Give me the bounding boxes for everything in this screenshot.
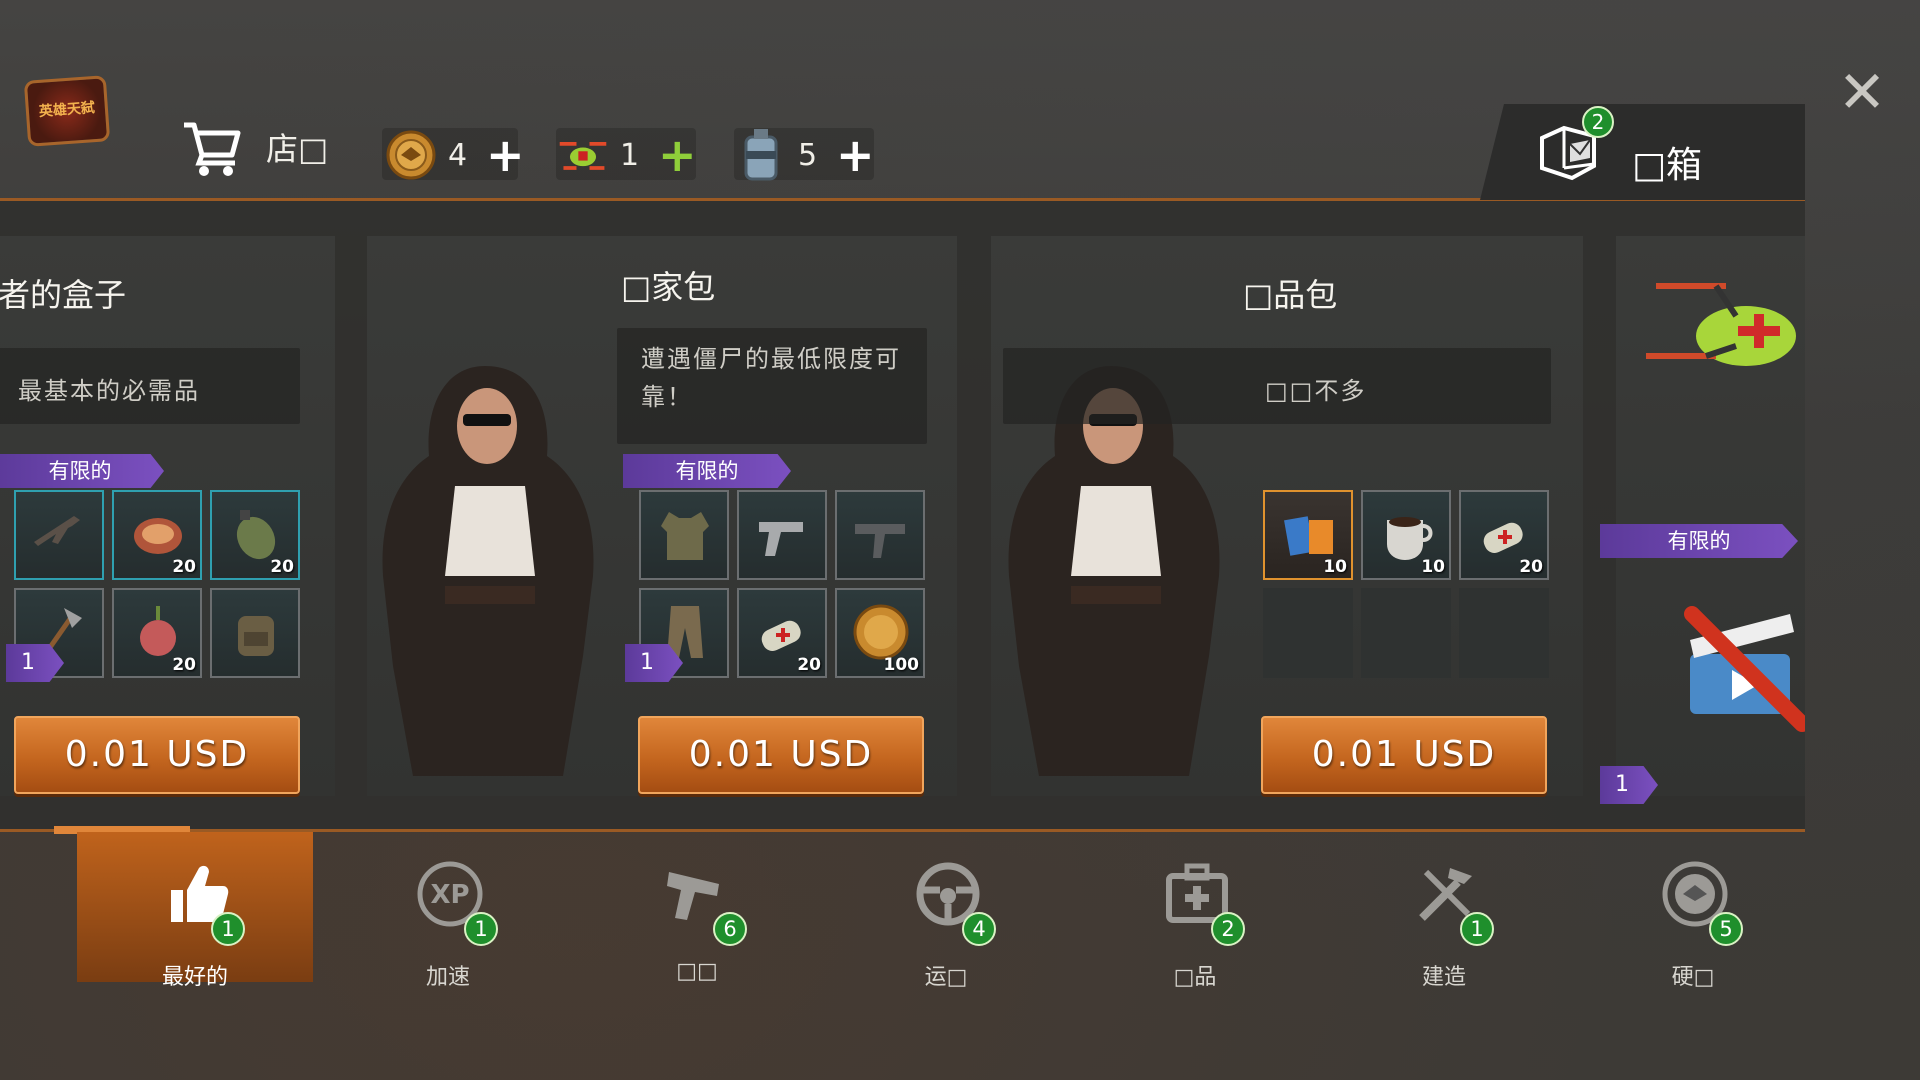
offer-card-3: □品包 □□不多 10 10 20 0.01 USD: [991, 236, 1583, 796]
nav-label: 运□: [924, 965, 968, 990]
card-description: □□不多: [1265, 377, 1367, 405]
limited-ribbon: 有限的: [1600, 524, 1798, 558]
bandage-icon: [761, 620, 801, 651]
close-icon[interactable]: ✕: [1836, 63, 1888, 121]
nav-badge: 5: [1709, 912, 1743, 946]
no-ads-icon: [1684, 606, 1805, 732]
nav-badge: 6: [713, 912, 747, 946]
empty-cell: [1361, 588, 1451, 678]
nav-badge: 1: [464, 912, 498, 946]
buy-button[interactable]: 0.01 USD: [1261, 716, 1547, 794]
coin-icon: [853, 604, 909, 660]
item-cell[interactable]: 10: [1361, 490, 1451, 580]
nav-label: □品: [1173, 965, 1217, 990]
item-cell[interactable]: 10: [1263, 490, 1353, 580]
nav-tab-boost[interactable]: XP 1 加速: [330, 832, 566, 990]
card-title: □家包: [621, 268, 716, 306]
limited-ribbon: 有限的: [623, 454, 791, 488]
nav-tab-transport[interactable]: 4 运□: [828, 832, 1064, 990]
offer-card-1: 者的盒子 最基本的必需品 有限的 20 20 20 1 0.01 USD: [0, 236, 335, 796]
count-badge: 1: [1600, 766, 1658, 804]
nav-badge: 4: [962, 912, 996, 946]
nav-label: 硬□: [1671, 965, 1715, 990]
limited-ribbon: 有限的: [0, 454, 164, 488]
nav-label: 最好的: [161, 965, 228, 990]
item-grid: 10 10 20: [1263, 490, 1549, 678]
item-grid: 20 20 20: [14, 490, 300, 678]
drone-icon: [1646, 283, 1796, 366]
add-drone-button[interactable]: +: [658, 132, 697, 178]
onion-icon: [140, 606, 176, 656]
item-cell[interactable]: 20: [737, 588, 827, 678]
nav-badge: 1: [211, 912, 245, 946]
item-cell[interactable]: [835, 490, 925, 580]
buy-button[interactable]: 0.01 USD: [638, 716, 924, 794]
character-portrait: [382, 366, 594, 776]
crate-badge: 2: [1582, 106, 1614, 138]
nav-tab-weapons[interactable]: 6 □□: [579, 832, 815, 984]
drone-value: 1: [620, 137, 640, 173]
nav-label: □□: [676, 959, 718, 984]
steak-icon: [134, 518, 182, 554]
shop-tab[interactable]: 店□: [180, 115, 328, 179]
snack-icon: [1284, 516, 1333, 556]
uzi-icon: [855, 524, 905, 558]
rifle-icon: [34, 516, 80, 546]
canister-icon: [734, 128, 788, 182]
backpack-icon: [238, 616, 274, 656]
nav-badge: 2: [1211, 912, 1245, 946]
canister-value: 5: [798, 137, 818, 173]
offer-card-4: 有限的 1: [1600, 236, 1805, 804]
item-cell[interactable]: 20: [210, 490, 300, 580]
nav-tab-best[interactable]: 1 最好的: [77, 832, 313, 990]
nav-label: 建造: [1421, 965, 1466, 990]
canteen-icon: [236, 510, 276, 560]
item-cell[interactable]: 20: [112, 490, 202, 580]
bandage-icon: [1483, 522, 1523, 553]
card-description: 遭遇僵尸的最低限度可靠！: [641, 345, 901, 411]
item-cell[interactable]: 20: [1459, 490, 1549, 580]
pistol-icon: [759, 522, 803, 556]
drone-icon: [556, 128, 610, 182]
nav-label: 加速: [425, 965, 470, 990]
coffee-icon: [1387, 517, 1433, 560]
add-coin-button[interactable]: +: [486, 132, 525, 178]
add-canister-button[interactable]: +: [836, 132, 875, 178]
coin-counter: 4 +: [384, 125, 525, 185]
buy-button[interactable]: 0.01 USD: [14, 716, 300, 794]
coin-icon: [384, 128, 438, 182]
crate-label: □箱: [1632, 145, 1703, 186]
coin-value: 4: [448, 137, 468, 173]
svg-text:XP: XP: [430, 880, 469, 910]
item-cell[interactable]: 100: [835, 588, 925, 678]
drone-counter: 1 +: [556, 125, 697, 185]
item-cell[interactable]: [14, 490, 104, 580]
card-description: 最基本的必需品: [18, 377, 200, 405]
nav-tab-build[interactable]: 1 建造: [1326, 832, 1562, 990]
canister-counter: 5 +: [734, 125, 875, 185]
item-cell[interactable]: [639, 490, 729, 580]
card-title: 者的盒子: [0, 276, 127, 314]
nav-badge: 1: [1460, 912, 1494, 946]
empty-cell: [1459, 588, 1549, 678]
cart-icon: [184, 122, 241, 176]
empty-cell: [1263, 588, 1353, 678]
item-cell[interactable]: 20: [112, 588, 202, 678]
vest-icon: [661, 512, 709, 560]
nav-tab-supplies[interactable]: 2 □品: [1077, 832, 1313, 990]
item-grid: 20 100: [639, 490, 925, 678]
item-cell[interactable]: [210, 588, 300, 678]
item-cell[interactable]: [737, 490, 827, 580]
nav-tab-coins[interactable]: 5 硬□: [1575, 832, 1811, 990]
offers-strip: 者的盒子 最基本的必需品 有限的 20 20 20 1 0.01 USD □家包…: [0, 201, 1805, 829]
offer-card-2: □家包 遭遇僵尸的最低限度可靠！ 有限的 20 100 1 0.01 USD: [367, 236, 957, 796]
card-title: □品包: [1243, 276, 1338, 314]
shop-label: 店□: [266, 130, 329, 168]
